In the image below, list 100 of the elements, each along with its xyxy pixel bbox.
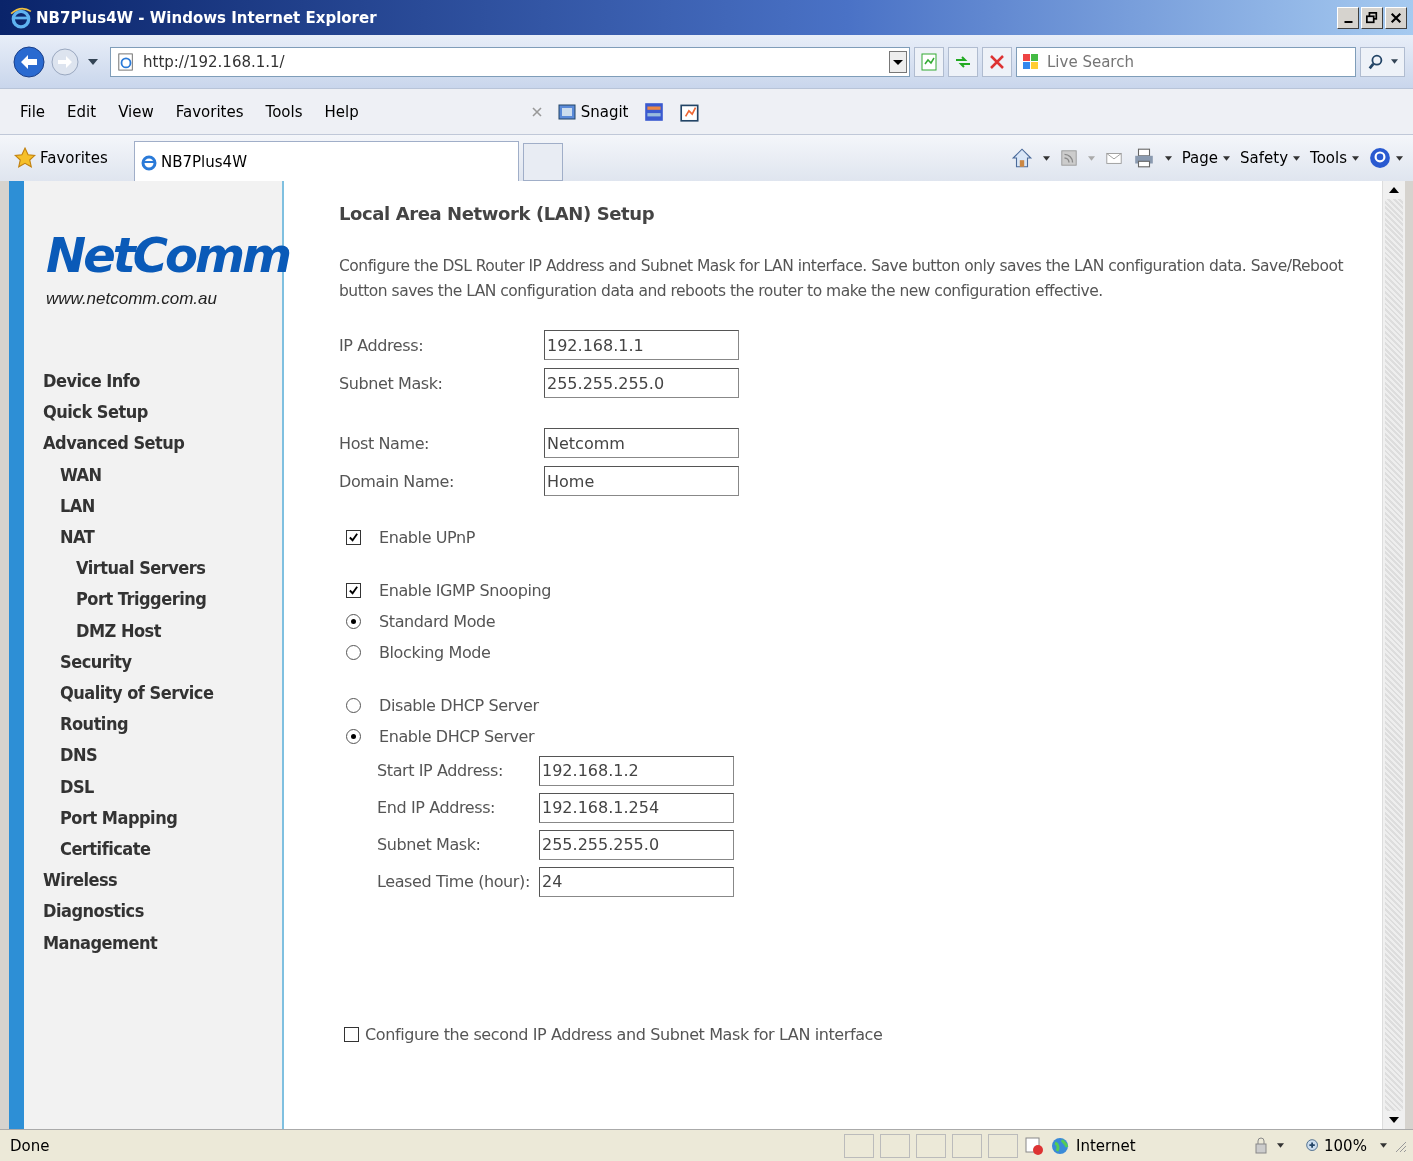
input-field[interactable]: 192.168.1.254 [539,792,734,823]
status-panel [880,1133,910,1158]
field-label: IP Address: [339,335,425,355]
input-field[interactable]: Netcomm [544,428,739,458]
minimize-button[interactable] [1337,6,1359,29]
menu-item[interactable]: File [20,102,46,121]
globe-icon [1050,1135,1070,1156]
help-button[interactable] [1369,147,1403,169]
command-menu[interactable]: Tools [1310,149,1359,167]
search-button[interactable] [1360,46,1405,77]
sidebar-link[interactable]: Device Info [43,365,140,397]
radio-label: Disable DHCP Server [379,696,539,715]
field-label: End IP Address: [377,798,497,817]
caret-icon[interactable] [1042,155,1050,161]
screen-capture-icon [556,101,577,122]
sidebar-link[interactable]: NAT [60,521,95,553]
menu-item[interactable]: Edit [67,102,97,121]
sidebar-link[interactable]: Diagnostics [43,895,144,927]
menu-item[interactable]: Tools [265,102,303,121]
caret-icon[interactable] [1164,155,1172,161]
status-panel [952,1133,982,1158]
command-menu[interactable]: Safety [1240,149,1301,167]
sidebar-link[interactable]: Advanced Setup [43,427,185,459]
stop-button[interactable] [982,46,1012,77]
sidebar-link[interactable]: Security [60,645,132,678]
logo: NetComm [46,226,291,285]
logo-url: www.netcomm.com.au [46,289,218,309]
checkbox-label: Enable UPnP [379,528,476,547]
dropdown-icon[interactable] [889,50,907,73]
checkbox-label: Configure the second IP Address and Subnet Mask for LAN interface [365,1025,883,1044]
print-icon[interactable] [1132,147,1155,169]
restore-button[interactable] [1361,6,1383,29]
sidebar-link[interactable]: Certificate [60,833,151,865]
status-text: Done [10,1136,51,1155]
status-panel [988,1133,1018,1158]
security-zone[interactable]: Internet [1050,1135,1245,1156]
radio-label: Enable DHCP Server [379,727,535,746]
radio-button[interactable] [346,729,361,744]
caret-icon [1391,59,1398,64]
field-label: Host Name: [339,433,431,453]
sidebar-link[interactable]: Port Mapping [60,801,178,834]
browser-tab[interactable]: NB7Plus4W [134,141,519,181]
address-field[interactable]: http://192.168.1.1/ [110,46,910,77]
input-field[interactable]: Home [544,466,739,496]
radio-button[interactable] [346,614,361,629]
command-menu[interactable]: Page [1181,149,1231,167]
menu-item[interactable]: Help [324,102,359,121]
input-field[interactable]: 192.168.1.1 [544,330,739,360]
page-heading: Local Area Network (LAN) Setup [339,203,656,224]
sidebar-link[interactable]: DSL [60,770,94,802]
caret-icon[interactable] [1277,1143,1284,1148]
capture-icon[interactable] [642,100,665,123]
menu-item[interactable]: View [118,102,154,121]
feed-icon[interactable] [1059,149,1078,167]
field-label: Start IP Address: [377,761,504,780]
menu-item[interactable]: Favorites [175,102,244,121]
dropdown-icon[interactable] [88,58,98,65]
status-panel [844,1133,874,1158]
refresh-button[interactable] [948,46,978,77]
input-field[interactable]: 24 [539,866,734,897]
sidebar-link[interactable]: Port Triggering [76,583,207,615]
snagit-button[interactable]: Snagit [556,101,629,122]
caret-icon [1293,155,1301,161]
home-icon[interactable] [1010,147,1033,169]
sidebar-link[interactable]: DNS [60,739,98,771]
field-label: Domain Name: [339,471,455,491]
window-title: NB7Plus4W - Windows Internet Explorer [36,8,377,27]
checkbox[interactable] [346,583,361,598]
back-button[interactable] [12,44,46,79]
checkbox[interactable] [346,530,361,545]
sidebar-link[interactable]: WAN [60,458,102,490]
minimize-icon [1343,20,1353,23]
restore-icon [1366,11,1378,24]
sidebar-link[interactable]: Management [43,926,158,958]
sidebar-link[interactable]: Quick Setup [43,396,148,428]
sidebar-link[interactable]: Wireless [43,864,118,896]
radio-button[interactable] [346,698,361,713]
sidebar-link[interactable]: LAN [60,489,95,521]
field-label: Subnet Mask: [339,373,444,393]
scrollbar[interactable] [1382,181,1405,1129]
caret-icon [1352,155,1359,161]
caret-icon[interactable] [1380,1143,1387,1148]
description-text: Configure the DSL Router IP Address and Subnet Mask for LAN interface. Save button only saves the LAN configuration data. Save/Reboot button saves the LAN configuration data and reboots the router to make the new configuration effective. [339,256,1345,302]
status-panel [916,1133,946,1158]
caret-icon [1223,155,1231,161]
favorites-button[interactable]: Favorites [14,147,134,169]
sidebar-link[interactable]: Quality of Service [60,677,214,709]
input-field[interactable]: 192.168.1.2 [539,755,734,786]
blocked-icon[interactable] [1024,1135,1044,1156]
checkbox[interactable] [344,1027,359,1042]
search-field[interactable]: Live Search [1016,46,1356,77]
radio-button[interactable] [346,645,361,660]
sidebar-link[interactable]: Virtual Servers [76,552,206,584]
input-field[interactable]: 255.255.255.0 [544,368,739,398]
input-field[interactable]: 255.255.255.0 [539,829,734,860]
zoom-level[interactable]: 100% [1304,1136,1374,1155]
sidebar-link[interactable]: DMZ Host [76,614,161,646]
sidebar-link[interactable]: Routing [60,708,129,740]
close-button[interactable] [1385,6,1407,29]
star-icon [14,147,36,169]
